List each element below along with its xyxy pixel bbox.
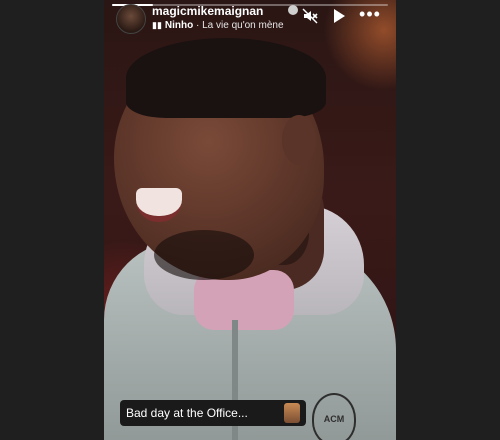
crest-text: ACM — [323, 414, 345, 424]
left-dark-margin — [0, 0, 104, 440]
hair — [126, 38, 326, 118]
music-bars-icon: ▮▮ — [152, 20, 162, 30]
right-dark-margin — [396, 0, 500, 440]
instagram-story[interactable]: magicmikemaignan ▮▮ Ninho · La vie qu'on … — [104, 0, 396, 440]
speaker-muted-icon[interactable] — [300, 8, 320, 27]
verified-badge-icon — [288, 5, 298, 15]
more-options-icon[interactable]: ••• — [358, 5, 382, 23]
play-icon[interactable] — [330, 8, 348, 27]
username[interactable]: magicmikemaignan — [152, 4, 263, 18]
music-separator: · — [193, 20, 203, 31]
caption-text: Bad day at the Office... — [126, 406, 248, 420]
speaker-muted-icon-svg — [302, 8, 318, 24]
user-avatar[interactable] — [116, 4, 146, 34]
ear — [282, 115, 316, 165]
beard — [154, 230, 254, 280]
ac-milan-crest: ACM — [312, 393, 356, 440]
music-artist: Ninho — [164, 20, 194, 31]
play-icon-svg — [334, 9, 345, 23]
office-emoji-icon — [284, 403, 300, 423]
music-song: La vie qu'on mène — [202, 20, 284, 31]
story-caption: Bad day at the Office... — [120, 400, 306, 426]
music-info[interactable]: ▮▮ Ninho · La vie qu'on mène — [152, 20, 292, 31]
